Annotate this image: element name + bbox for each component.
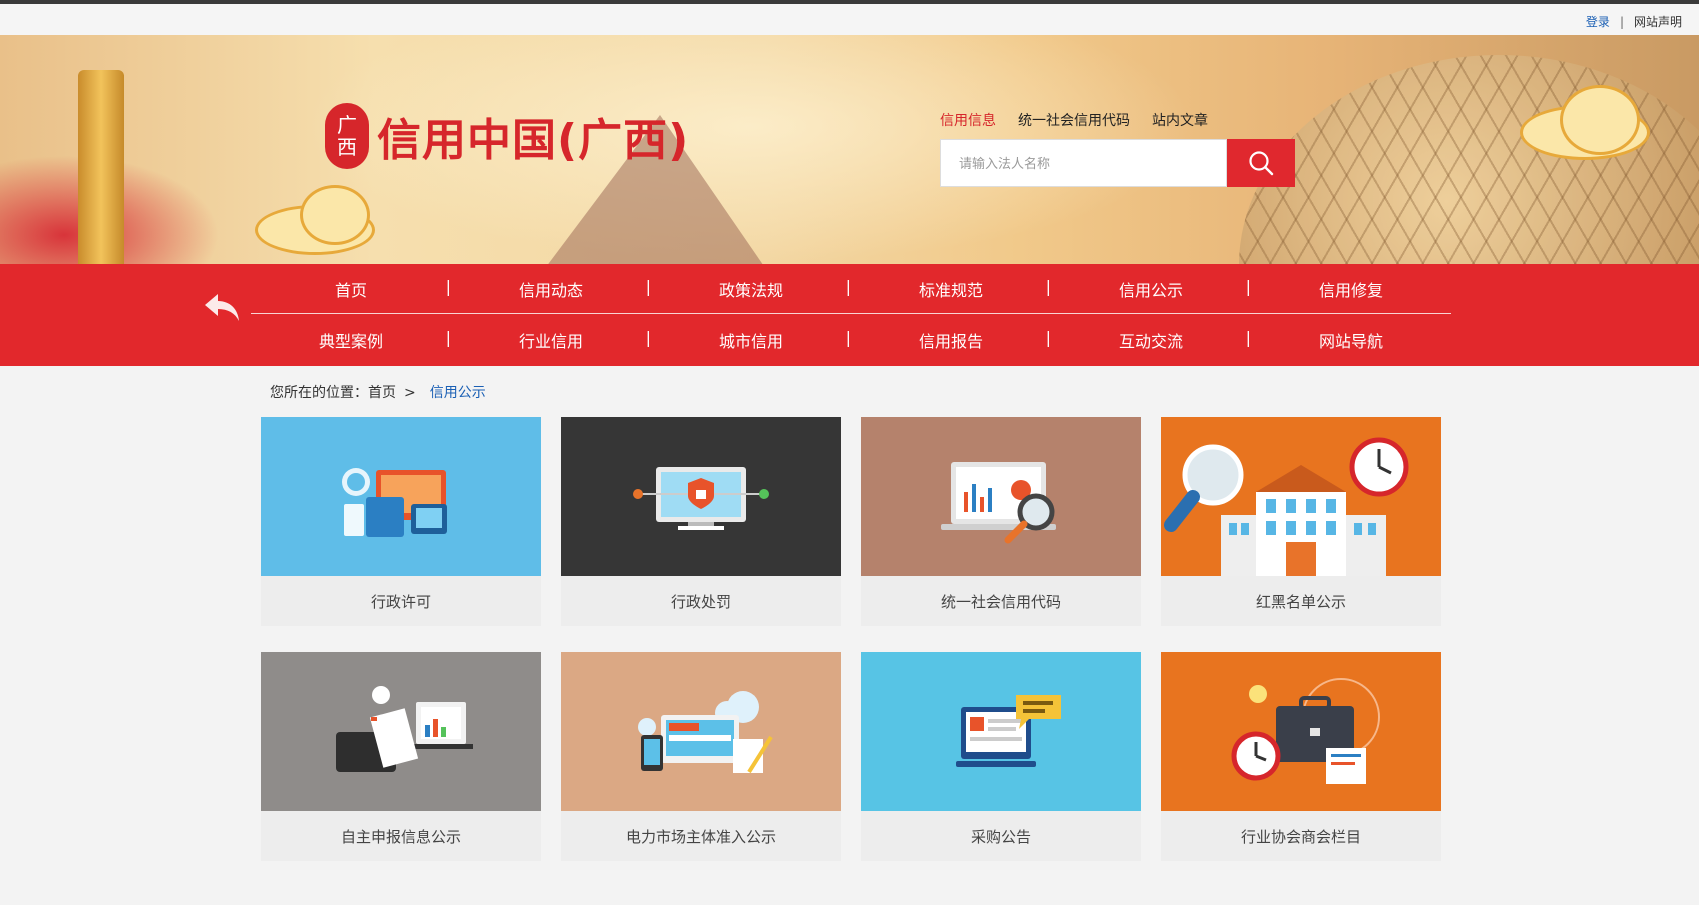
card-label: 自主申报信息公示 — [340, 827, 461, 846]
card-industry-association[interactable]: 行业协会商会栏目 — [1161, 652, 1441, 861]
computer-chat-icon — [861, 652, 1141, 811]
dome-graphic — [1239, 55, 1699, 264]
site-logo[interactable]: 广 西 信用中国(广西) — [325, 103, 689, 169]
card-label: 行业协会商会栏目 — [1240, 827, 1361, 846]
breadcrumb-current[interactable]: 信用公示 — [430, 385, 486, 401]
breadcrumb-home[interactable]: 首页 — [368, 385, 396, 401]
nav-item-industry-credit[interactable]: 行业信用 — [451, 328, 651, 352]
breadcrumb: 您所在的位置：首页 > 信用公示 — [270, 382, 486, 402]
cloud-icon — [300, 185, 370, 245]
nav-item-cases[interactable]: 典型案例 — [251, 328, 451, 352]
top-bar: 登录 | 网站声明 — [0, 4, 1699, 35]
card-label: 红黑名单公示 — [1255, 592, 1346, 611]
nav-item-home[interactable]: 首页 — [251, 277, 451, 301]
card-label: 采购公告 — [970, 827, 1031, 846]
card-procurement[interactable]: 采购公告 — [861, 652, 1141, 861]
nav-item-city-credit[interactable]: 城市信用 — [651, 328, 851, 352]
card-label: 行政处罚 — [670, 592, 731, 611]
login-link[interactable]: 登录 — [1586, 13, 1610, 30]
nav-item-site-map[interactable]: 网站导航 — [1251, 328, 1451, 352]
search-tabs: 信用信息 统一社会信用代码 站内文章 — [940, 110, 1208, 130]
nav-row-1: 首页 信用动态 政策法规 标准规范 信用公示 信用修复 — [251, 264, 1451, 314]
tab-credit-code[interactable]: 统一社会信用代码 — [1018, 110, 1130, 130]
back-arrow-icon[interactable] — [202, 290, 242, 324]
card-power-market[interactable]: 电力市场主体准入公示 — [561, 652, 841, 861]
nav-item-credit-news[interactable]: 信用动态 — [451, 277, 651, 301]
search-icon — [1249, 151, 1274, 176]
monitor-lock-icon — [561, 417, 841, 576]
building-clock-icon — [1161, 417, 1441, 576]
card-admin-license[interactable]: 行政许可 — [261, 417, 541, 626]
guangxi-seal-icon: 广 西 — [325, 103, 369, 169]
search-input[interactable] — [940, 139, 1227, 187]
card-credit-code[interactable]: 统一社会信用代码 — [861, 417, 1141, 626]
pillar-graphic — [78, 70, 124, 264]
top-links: 登录 | 网站声明 — [1586, 13, 1682, 30]
nav-item-credit-report[interactable]: 信用报告 — [851, 328, 1051, 352]
search-button[interactable] — [1227, 139, 1295, 187]
cloud-icon — [1560, 85, 1640, 155]
nav-item-credit-repair[interactable]: 信用修复 — [1251, 277, 1451, 301]
breadcrumb-arrow: > — [404, 385, 416, 401]
header-banner: 广 西 信用中国(广西) 信用信息 统一社会信用代码 站内文章 — [0, 35, 1699, 264]
breadcrumb-prefix: 您所在的位置： — [270, 385, 368, 401]
card-label: 电力市场主体准入公示 — [625, 827, 776, 846]
devices-globe-icon — [261, 417, 541, 576]
tab-credit-info[interactable]: 信用信息 — [940, 110, 996, 130]
site-title: 信用中国(广西) — [377, 115, 690, 166]
search-box — [940, 139, 1295, 187]
card-label: 统一社会信用代码 — [940, 592, 1061, 611]
category-grid: 行政许可 行政处罚 统一社会信用代码 红黑名单公示 自主申报信息公示 电力市场主… — [261, 417, 1441, 861]
nav-item-credit-disclosure[interactable]: 信用公示 — [1051, 277, 1251, 301]
cloud-devices-icon — [561, 652, 841, 811]
card-admin-penalty[interactable]: 行政处罚 — [561, 417, 841, 626]
card-self-declaration[interactable]: 自主申报信息公示 — [261, 652, 541, 861]
top-separator: | — [1619, 14, 1624, 29]
main-nav: 首页 信用动态 政策法规 标准规范 信用公示 信用修复 典型案例 行业信用 城市… — [0, 264, 1699, 366]
tab-site-articles[interactable]: 站内文章 — [1152, 110, 1208, 130]
seal-top-char: 广 — [337, 113, 357, 137]
nav-item-interaction[interactable]: 互动交流 — [1051, 328, 1251, 352]
briefcase-clock-icon — [1161, 652, 1441, 811]
nav-row-2: 典型案例 行业信用 城市信用 信用报告 互动交流 网站导航 — [251, 315, 1451, 365]
briefcase-documents-icon — [261, 652, 541, 811]
nav-item-standards[interactable]: 标准规范 — [851, 277, 1051, 301]
card-label: 行政许可 — [370, 592, 431, 611]
card-red-black-list[interactable]: 红黑名单公示 — [1161, 417, 1441, 626]
site-notice-link[interactable]: 网站声明 — [1634, 13, 1682, 30]
seal-bottom-char: 西 — [337, 135, 357, 159]
laptop-magnifier-icon — [861, 417, 1141, 576]
nav-item-policy[interactable]: 政策法规 — [651, 277, 851, 301]
